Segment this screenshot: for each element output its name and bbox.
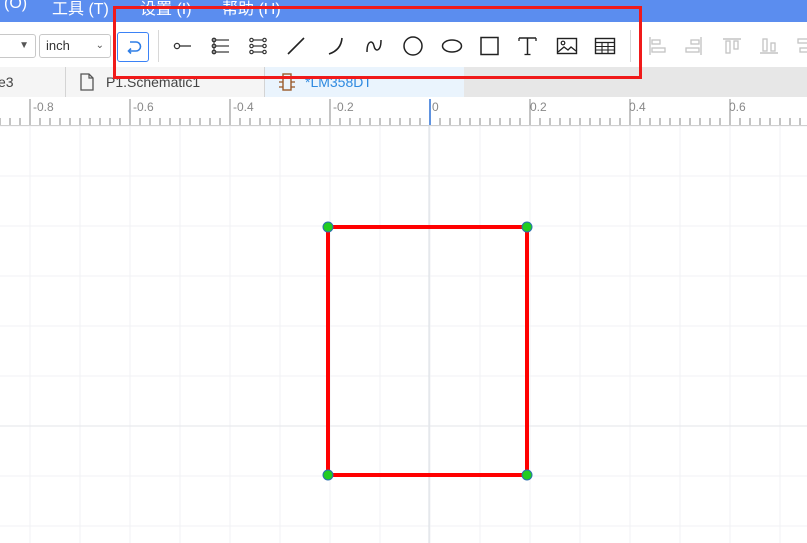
align-left-icon (649, 37, 666, 55)
text-tool-button[interactable] (514, 34, 540, 58)
ruler-label: 0.6 (729, 100, 746, 114)
image-icon (556, 37, 578, 55)
tab-label: *LM358DT (305, 74, 372, 90)
editor-window: (O) 工具 (T) 设置 (I) 帮助 (H) ▼ inch ⌄ 3 P1.S… (0, 0, 807, 543)
table-tool-button[interactable] (591, 34, 617, 58)
ruler-label: -0.8 (33, 100, 54, 114)
ruler-label: 0.4 (629, 100, 646, 114)
circle-icon (403, 36, 423, 56)
resize-handle-bottom-left[interactable] (322, 469, 334, 481)
chip-icon (279, 73, 295, 91)
toolbar: ▼ inch ⌄ (0, 22, 807, 67)
line-tool-button[interactable] (283, 34, 309, 58)
pin-double-array-tool-button[interactable] (245, 34, 271, 58)
horizontal-ruler: -0.8 -0.6 -0.4 -0.2 0 0.2 0.4 0.6 (0, 97, 807, 126)
align-top-button[interactable] (720, 34, 744, 58)
arc-icon (328, 37, 343, 55)
document-icon (80, 73, 94, 91)
undo-button[interactable] (117, 32, 149, 62)
ruler-label: -0.2 (333, 100, 354, 114)
menu-tools[interactable]: 工具 (T) (52, 0, 109, 19)
tab-label: P1.Schematic1 (106, 74, 201, 90)
image-tool-button[interactable] (553, 34, 579, 58)
menu-format[interactable]: (O) (4, 0, 27, 13)
document-tab-bar: e3 P1.Schematic1 *LM358DT (0, 67, 807, 97)
rectangle-tool-button[interactable] (476, 34, 502, 58)
tab-label: e3 (0, 74, 14, 90)
ruler-label: 0 (432, 100, 439, 114)
resize-handle-top-left[interactable] (322, 221, 334, 233)
align-bottom-button[interactable] (757, 34, 781, 58)
resize-handle-bottom-right[interactable] (521, 469, 533, 481)
ellipse-icon (441, 39, 463, 53)
ruler-label: -0.4 (233, 100, 254, 114)
unit-select-value: inch (46, 38, 70, 53)
ruler-label: 0.2 (530, 100, 547, 114)
ruler-label: -0.6 (133, 100, 154, 114)
selected-rectangle-shape[interactable] (326, 225, 529, 477)
resize-handle-top-right[interactable] (521, 221, 533, 233)
ruler-ticks (0, 99, 801, 125)
tab-schematic[interactable]: P1.Schematic1 (66, 67, 265, 97)
align-right-icon (685, 37, 702, 55)
menu-settings[interactable]: 设置 (I) (140, 0, 192, 19)
align-top-icon (723, 38, 741, 54)
ellipse-tool-button[interactable] (438, 34, 464, 58)
undo-icon (127, 41, 142, 55)
canvas-grid (0, 126, 807, 543)
canvas-surface[interactable] (0, 126, 807, 543)
bezier-icon (366, 39, 382, 53)
tab-symbol-active[interactable]: *LM358DT (265, 67, 464, 97)
menu-help[interactable]: 帮助 (H) (222, 0, 281, 19)
align-center-icon (797, 38, 807, 53)
align-right-button[interactable] (682, 34, 706, 58)
tab-e3[interactable]: e3 (0, 67, 66, 97)
table-icon (594, 37, 616, 55)
arc-tool-button[interactable] (323, 34, 349, 58)
pin-tool-button[interactable] (169, 34, 195, 58)
line-icon (287, 37, 305, 55)
circle-tool-button[interactable] (399, 34, 425, 58)
chevron-down-icon: ▼ (19, 40, 29, 51)
align-bottom-icon (760, 38, 778, 54)
chevron-down-icon: ⌄ (95, 40, 104, 51)
drawing-canvas[interactable] (0, 126, 807, 543)
align-center-button[interactable] (794, 34, 807, 58)
pin-double-array-icon (249, 37, 267, 55)
align-left-button[interactable] (645, 34, 669, 58)
grid-select[interactable]: ▼ (0, 34, 36, 58)
unit-select[interactable]: inch ⌄ (39, 34, 111, 58)
menu-bar: (O) 工具 (T) 设置 (I) 帮助 (H) (0, 0, 807, 22)
toolbar-separator (630, 30, 631, 62)
pin-icon (173, 42, 191, 50)
pin-array-icon (211, 37, 229, 55)
toolbar-separator (158, 30, 159, 62)
text-icon (518, 37, 537, 56)
bezier-tool-button[interactable] (361, 34, 387, 58)
pin-array-tool-button[interactable] (207, 34, 233, 58)
rectangle-icon (480, 36, 499, 56)
